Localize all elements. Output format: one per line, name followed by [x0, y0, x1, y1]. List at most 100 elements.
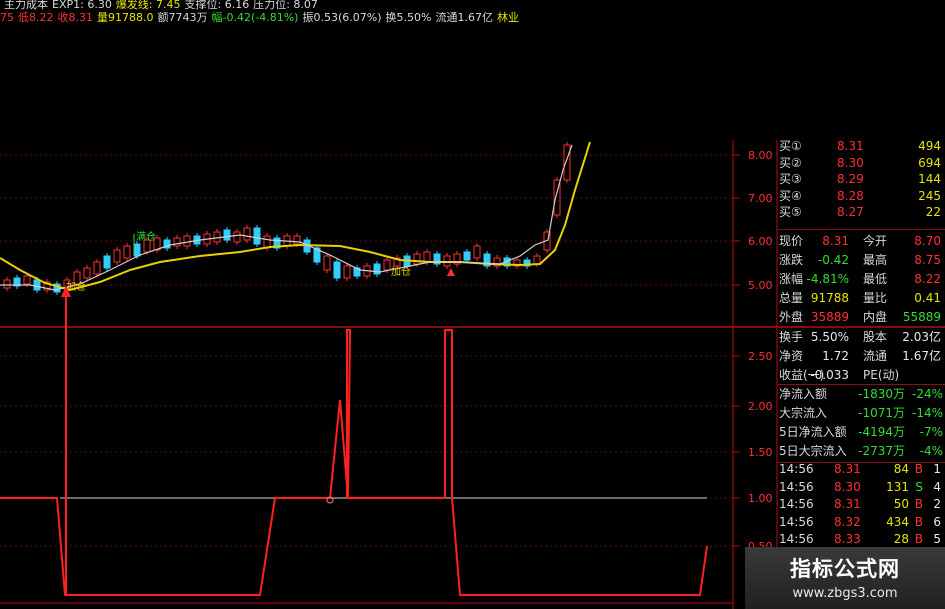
quote-label: 最低 — [863, 272, 888, 286]
candle-body — [133, 243, 141, 257]
quote-value: -0.42 — [817, 253, 849, 267]
candle-body — [103, 255, 111, 269]
order-label: 买④ — [779, 188, 802, 203]
fund-value: 1.67亿 — [902, 349, 941, 363]
order-book-row[interactable]: 买④ 8.28 245 — [777, 188, 945, 205]
tick-time: 14:56 — [779, 462, 814, 476]
candle-body — [333, 261, 341, 279]
tick-side: B — [914, 497, 923, 511]
quote-label: 量比 — [863, 291, 888, 305]
candle-body — [323, 255, 331, 271]
tick-price: 8.31 — [834, 497, 861, 511]
quote-label: 总量 — [779, 291, 804, 305]
quote-value: 0.41 — [914, 291, 941, 305]
flow-percent: -24% — [911, 387, 943, 401]
flow-value: -1830万 — [858, 387, 905, 401]
watermark-title: 指标公式网 — [790, 557, 900, 581]
order-label: 买③ — [779, 172, 802, 186]
price-tick: 7.00 — [748, 192, 773, 205]
fund-label: PE(动) — [863, 368, 900, 382]
fund-label: 股本 — [863, 330, 888, 344]
tick-time: 14:56 — [779, 514, 814, 529]
order-price: 8.31 — [837, 139, 864, 153]
candle-body — [473, 245, 481, 259]
quote-label: 外盘 — [779, 310, 804, 324]
candle-body — [183, 235, 191, 247]
tick-count: 2 — [933, 497, 941, 511]
candle-body — [563, 144, 571, 181]
order-book-row[interactable]: 买② 8.30 694 — [777, 155, 945, 172]
quote-value: -4.81% — [806, 272, 849, 286]
order-book-row[interactable]: 买⑤ 8.27 22 — [777, 204, 945, 221]
fundamentals-row: 换手 5.50% 股本 2.03亿 — [777, 327, 945, 347]
order-price: 8.28 — [837, 188, 864, 203]
candle-body — [413, 253, 421, 265]
order-price: 8.30 — [837, 155, 864, 170]
tick-row: 14:56 8.31 50 B 2 — [777, 495, 945, 513]
tick-price: 8.31 — [834, 462, 861, 476]
price-tick: 8.00 — [748, 149, 773, 162]
indicator-tick: 2.50 — [748, 350, 773, 363]
tick-count: 4 — [933, 479, 941, 494]
tick-volume: 434 — [886, 514, 909, 529]
candle-body — [173, 237, 181, 247]
order-label: 买⑤ — [779, 205, 802, 219]
quote-label: 现价 — [779, 234, 804, 248]
quote-label: 涨幅 — [779, 272, 804, 286]
panel-divider — [777, 229, 945, 230]
flow-label: 大宗流入 — [779, 406, 828, 420]
quote-row: 涨跌 -0.42 最高 8.75 — [777, 250, 945, 270]
order-book-row[interactable]: 买③ 8.29 144 — [777, 171, 945, 188]
tick-count: 5 — [933, 532, 941, 546]
candle-body — [293, 235, 301, 245]
tick-volume: 50 — [893, 497, 909, 511]
flow-percent: -4% — [919, 444, 943, 458]
tick-time: 14:56 — [779, 479, 814, 494]
tick-row: 14:56 8.31 84 B 1 — [777, 460, 945, 478]
candle-body — [233, 231, 241, 243]
flow-percent: -14% — [911, 406, 943, 420]
fund-label: 净资 — [779, 349, 804, 363]
order-volume: 144 — [918, 172, 941, 186]
tick-row: 14:56 8.32 434 B 6 — [777, 513, 945, 531]
candle-body — [33, 279, 41, 291]
candle-body — [23, 275, 31, 285]
buy-arrow — [447, 268, 455, 276]
quote-value: 8.75 — [914, 253, 941, 267]
candle-body — [113, 249, 121, 263]
order-price: 8.27 — [837, 205, 864, 219]
quote-row: 外盘 35889 内盘 55889 — [777, 307, 945, 327]
tick-count: 1 — [933, 462, 941, 476]
flow-percent: -7% — [919, 425, 943, 439]
order-volume: 245 — [918, 188, 941, 203]
flow-row: 大宗流入 -1071万 -14% — [777, 403, 945, 423]
quote-value: 8.31 — [822, 234, 849, 248]
tick-volume: 84 — [893, 462, 909, 476]
tick-time: 14:56 — [779, 497, 814, 511]
site-watermark: 指标公式网 www.zbgs3.com — [745, 547, 945, 609]
order-book-row[interactable]: 买① 8.31 494 — [777, 138, 945, 155]
quote-row: 总量 91788 量比 0.41 — [777, 288, 945, 308]
flow-value: -1071万 — [858, 406, 905, 420]
quote-label: 涨跌 — [779, 253, 804, 267]
indicator-tick: 2.00 — [748, 400, 773, 413]
signal-label: 加仓 — [391, 265, 411, 278]
flow-value: -4194万 — [858, 425, 905, 439]
flow-label: 5日净流入额 — [779, 425, 847, 439]
quote-label: 内盘 — [863, 310, 888, 324]
tick-price: 8.33 — [834, 532, 861, 546]
quote-row: 涨幅 -4.81% 最低 8.22 — [777, 269, 945, 289]
indicator-tick: 1.50 — [748, 446, 773, 459]
fund-label: 流通 — [863, 349, 888, 363]
flow-row: 净流入额 -1830万 -24% — [777, 384, 945, 404]
quote-value: 35889 — [810, 310, 849, 324]
signal-label: 加仓 — [66, 280, 86, 293]
price-tick: 6.00 — [748, 235, 773, 248]
tick-side: B — [914, 462, 923, 476]
tick-volume: 131 — [886, 479, 909, 494]
tick-time: 14:56 — [779, 532, 814, 546]
signal-label: 满仓 — [136, 230, 156, 243]
price-tick: 5.00 — [748, 279, 773, 292]
candle-body — [3, 279, 11, 289]
order-volume: 494 — [918, 139, 941, 153]
